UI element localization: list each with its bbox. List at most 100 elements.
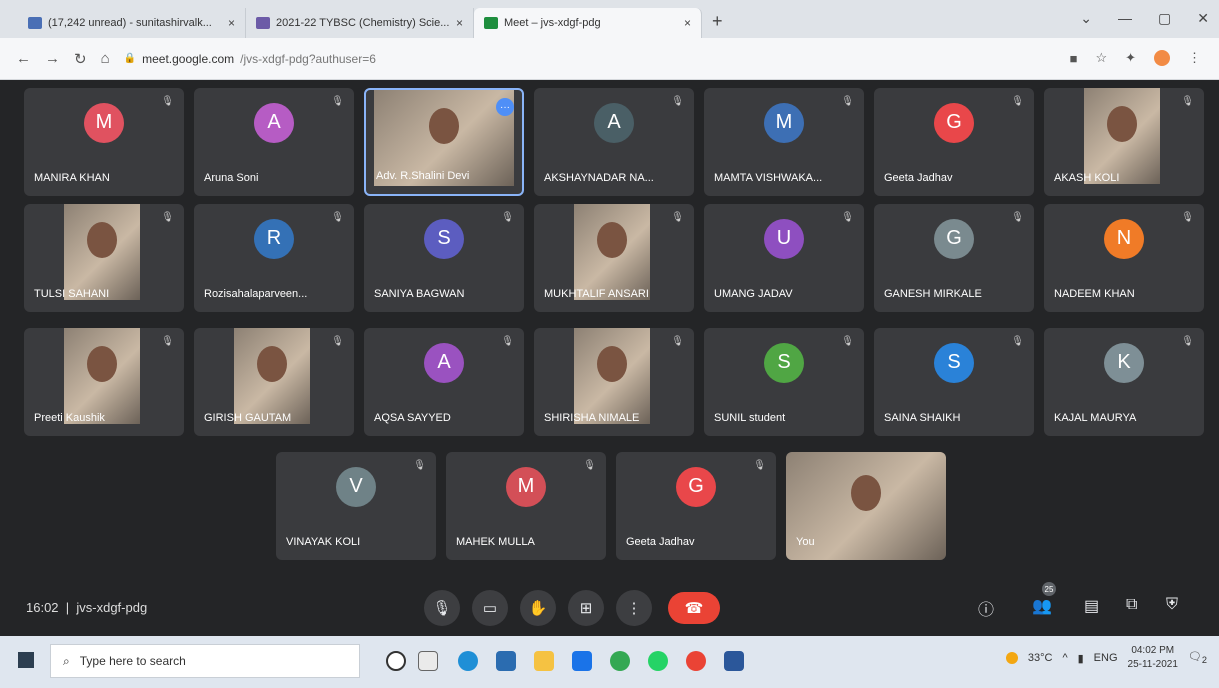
- more-options-button[interactable]: ⋮: [616, 590, 652, 626]
- close-window-icon[interactable]: ✕: [1197, 10, 1209, 27]
- search-placeholder: Type here to search: [79, 654, 186, 668]
- participant-tile[interactable]: You: [786, 452, 946, 560]
- participant-tile[interactable]: 🎙 SHIRISHA NIMALE: [534, 328, 694, 436]
- participant-name: Aruna Soni: [204, 172, 259, 184]
- tab-gmail[interactable]: (17,242 unread) - sunitashirvalk... ×: [18, 8, 246, 38]
- meet-stage: M 🎙 MANIRA KHAN A 🎙 Aruna Soni ··· Adv. R.Shali…: [0, 80, 1219, 636]
- chrome-active-icon[interactable]: [686, 651, 706, 671]
- participant-tile[interactable]: M 🎙 MAMTA VISHWAKA...: [704, 88, 864, 196]
- close-tab-icon[interactable]: ×: [228, 16, 235, 30]
- participant-tile[interactable]: 🎙 MUKHTALIF ANSARI: [534, 204, 694, 312]
- menu-dots-icon[interactable]: ⋮: [1188, 50, 1201, 66]
- participant-tile[interactable]: R 🎙 Rozisahalaparveen...: [194, 204, 354, 312]
- participant-tile[interactable]: M 🎙 MAHEK MULLA: [446, 452, 606, 560]
- participant-tile[interactable]: 🎙 TULSI SAHANI: [24, 204, 184, 312]
- participant-tile[interactable]: G 🎙 GANESH MIRKALE: [874, 204, 1034, 312]
- mic-off-icon: 🎙: [1011, 212, 1024, 223]
- reload-icon[interactable]: ↻: [74, 50, 87, 68]
- participant-tile[interactable]: S 🎙 SUNIL student: [704, 328, 864, 436]
- mail-app-icon[interactable]: [572, 651, 592, 671]
- minimize-icon[interactable]: —: [1118, 10, 1132, 27]
- bookmark-star-icon[interactable]: ☆: [1095, 50, 1107, 66]
- mic-off-icon: 🎙: [1181, 96, 1194, 107]
- windows-start-icon[interactable]: [18, 652, 34, 668]
- window-controls: ⌄ — ▢ ✕: [1080, 10, 1209, 27]
- mic-off-icon: 🎙: [1011, 336, 1024, 347]
- close-tab-icon[interactable]: ×: [684, 16, 691, 30]
- camera-indicator-icon[interactable]: ■: [1070, 51, 1078, 66]
- whatsapp-icon[interactable]: [648, 651, 668, 671]
- language-indicator[interactable]: ENG: [1094, 652, 1118, 664]
- participant-tile[interactable]: S 🎙 SAINA SHAIKH: [874, 328, 1034, 436]
- participant-name: SUNIL student: [714, 412, 786, 424]
- extensions-icon[interactable]: ✦: [1125, 50, 1136, 66]
- new-tab-button[interactable]: +: [712, 11, 723, 32]
- participant-tile[interactable]: 🎙 GIRISH GAUTAM: [194, 328, 354, 436]
- notification-icon[interactable]: 🗨2: [1188, 650, 1207, 665]
- task-view-icon[interactable]: [418, 651, 438, 671]
- url-field[interactable]: 🔒 meet.google.com/jvs-xdgf-pdg?authuser=…: [124, 52, 376, 66]
- participant-tile[interactable]: V 🎙 VINAYAK KOLI: [276, 452, 436, 560]
- mic-off-icon: 🎙: [161, 212, 174, 223]
- people-icon[interactable]: 👥: [1032, 596, 1052, 616]
- participant-tile[interactable]: S 🎙 SANIYA BAGWAN: [364, 204, 524, 312]
- temperature[interactable]: 33°C: [1028, 652, 1053, 664]
- close-tab-icon[interactable]: ×: [456, 16, 463, 30]
- microphone-button[interactable]: 🎙: [424, 590, 460, 626]
- tab-meet[interactable]: Meet – jvs-xdgf-pdg ×: [474, 8, 702, 38]
- leave-call-button[interactable]: ☎: [668, 592, 720, 624]
- participant-tile[interactable]: A 🎙 AQSA SAYYED: [364, 328, 524, 436]
- participant-name: SAINA SHAIKH: [884, 412, 961, 424]
- participant-tile[interactable]: G 🎙 Geeta Jadhav: [616, 452, 776, 560]
- participant-tile[interactable]: A 🎙 AKSHAYNADAR NA...: [534, 88, 694, 196]
- mic-off-icon: 🎙: [501, 336, 514, 347]
- tab-search-chevron-icon[interactable]: ⌄: [1080, 10, 1092, 27]
- participant-name: Adv. R.Shalini Devi: [376, 170, 470, 182]
- present-button[interactable]: ⊞: [568, 590, 604, 626]
- participant-name: MUKHTALIF ANSARI: [544, 288, 649, 300]
- participant-avatar: R: [254, 218, 294, 259]
- meeting-code: jvs-xdgf-pdg: [76, 600, 148, 615]
- taskbar-search[interactable]: ⌕ Type here to search: [50, 644, 360, 678]
- tray-chevron-icon[interactable]: ^: [1062, 652, 1067, 664]
- host-controls-icon[interactable]: ⛨: [1166, 596, 1178, 614]
- participant-name: AKASH KOLI: [1054, 172, 1120, 184]
- maximize-icon[interactable]: ▢: [1158, 10, 1171, 27]
- participant-avatar: V: [336, 466, 376, 507]
- word-icon[interactable]: [724, 651, 744, 671]
- url-path: /jvs-xdgf-pdg?authuser=6: [240, 51, 376, 66]
- back-icon[interactable]: ←: [16, 50, 31, 67]
- participant-tile[interactable]: A 🎙 Aruna Soni: [194, 88, 354, 196]
- participant-video: [64, 204, 140, 300]
- taskbar-clock[interactable]: 04:02 PM 25-11-2021: [1128, 644, 1178, 672]
- edge-icon[interactable]: [458, 651, 478, 671]
- file-explorer-icon[interactable]: [534, 651, 554, 671]
- hand-icon: ✋: [528, 600, 548, 617]
- meeting-details-icon[interactable]: ⓘ: [978, 596, 994, 620]
- tab-classroom[interactable]: 2021-22 TYBSC (Chemistry) Scie... ×: [246, 8, 474, 38]
- tile-more-options-button[interactable]: ···: [496, 98, 514, 116]
- cortana-icon[interactable]: [386, 651, 406, 671]
- store-icon[interactable]: [496, 651, 516, 671]
- forward-icon[interactable]: →: [45, 50, 60, 67]
- participant-tile[interactable]: U 🎙 UMANG JADAV: [704, 204, 864, 312]
- participant-name: MANIRA KHAN: [34, 172, 110, 184]
- profile-avatar[interactable]: [1154, 50, 1170, 66]
- participant-tile[interactable]: N 🎙 NADEEM KHAN: [1044, 204, 1204, 312]
- camera-button[interactable]: ▭: [472, 590, 508, 626]
- participant-tile[interactable]: M 🎙 MANIRA KHAN: [24, 88, 184, 196]
- raise-hand-button[interactable]: ✋: [520, 590, 556, 626]
- participant-tile[interactable]: 🎙 Preeti Kaushik: [24, 328, 184, 436]
- participant-tile[interactable]: K 🎙 KAJAL MAURYA: [1044, 328, 1204, 436]
- battery-icon[interactable]: ▮: [1078, 652, 1084, 665]
- home-icon[interactable]: ⌂: [101, 50, 110, 67]
- activities-icon[interactable]: ⧉: [1126, 596, 1137, 614]
- participant-tile[interactable]: 🎙 AKASH KOLI: [1044, 88, 1204, 196]
- participant-name: Geeta Jadhav: [884, 172, 953, 184]
- participant-tile[interactable]: ··· Adv. R.Shalini Devi: [364, 88, 524, 196]
- chat-icon[interactable]: ▤: [1084, 596, 1099, 616]
- mic-off-icon: 🎙: [501, 212, 514, 223]
- participant-video: [1084, 88, 1160, 184]
- chrome-icon[interactable]: [610, 651, 630, 671]
- participant-tile[interactable]: G 🎙 Geeta Jadhav: [874, 88, 1034, 196]
